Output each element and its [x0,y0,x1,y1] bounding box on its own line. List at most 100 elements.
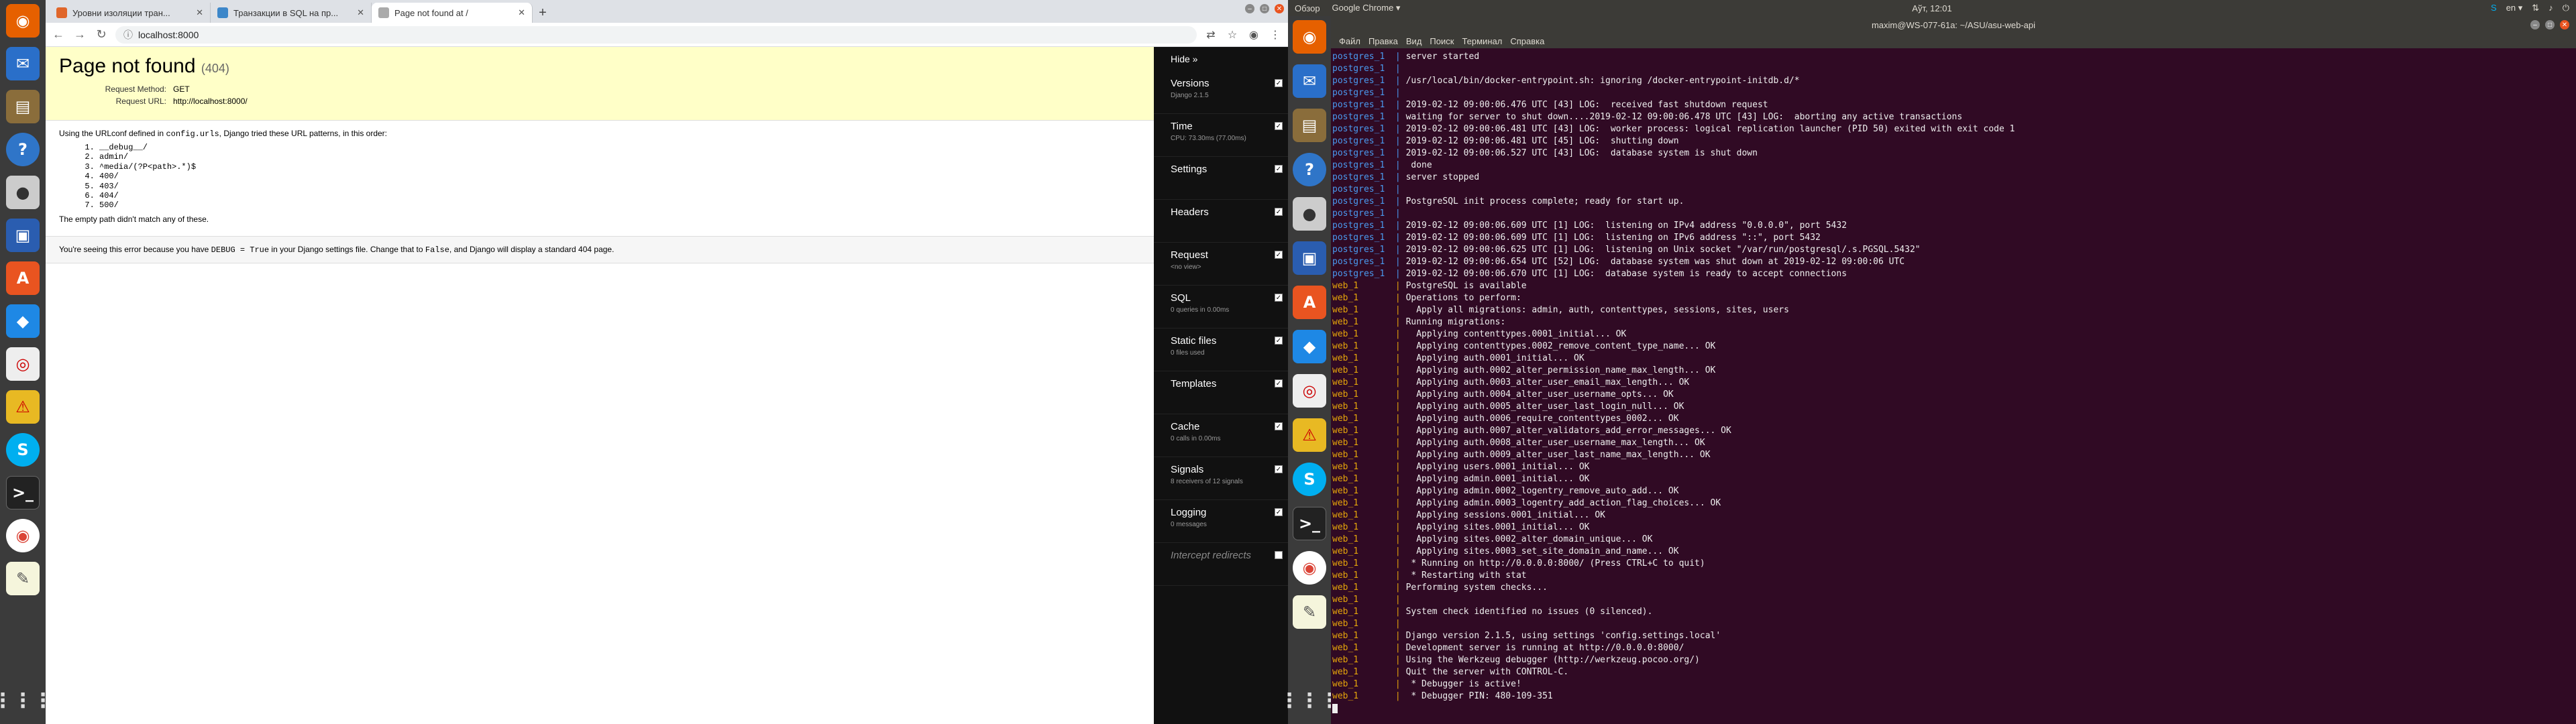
panel-checkbox[interactable]: ✓ [1275,379,1283,387]
info-icon[interactable]: ⓘ [123,28,133,42]
close-window-icon[interactable]: ✕ [1275,4,1284,13]
skype-tray-icon[interactable]: S [2491,3,2497,13]
new-tab-button[interactable]: + [533,3,553,23]
firefox-icon[interactable]: ◉ [6,4,40,38]
hide-toolbar-button[interactable]: Hide » [1154,47,1288,71]
panel-static-files[interactable]: Static files 0 files used ✓ [1154,328,1288,371]
forward-icon[interactable]: → [72,27,87,42]
dbeaver-icon[interactable]: ◎ [6,347,40,381]
writer-icon[interactable]: ▣ [6,219,40,252]
address-bar[interactable]: ⓘ localhost:8000 [115,25,1197,44]
files-icon[interactable]: ▤ [6,90,40,123]
power-icon[interactable]: ⏻ [2563,3,2569,13]
panel-checkbox[interactable]: ✓ [1275,294,1283,302]
panel-checkbox[interactable]: ✓ [1275,508,1283,516]
writer-icon[interactable]: ▣ [1293,241,1326,275]
panel-checkbox[interactable]: ✓ [1275,422,1283,430]
firefox-icon[interactable]: ◉ [1293,20,1326,54]
panel-checkbox[interactable]: ✓ [1275,208,1283,216]
maximize-icon[interactable]: □ [2545,20,2555,29]
panel-time[interactable]: Time CPU: 73.30ms (77.00ms) ✓ [1154,114,1288,157]
profile-icon[interactable]: ◉ [1246,28,1261,42]
network-icon[interactable]: ⇅ [2532,3,2539,13]
panel-checkbox[interactable] [1275,551,1283,559]
panel-headers[interactable]: Headers ✓ [1154,200,1288,243]
panel-checkbox[interactable]: ✓ [1275,165,1283,173]
panel-intercept-redirects[interactable]: Intercept redirects [1154,543,1288,586]
jmeter-icon[interactable]: ⚠ [1293,418,1326,452]
reload-icon[interactable]: ↻ [94,27,109,42]
terminal-line: web_1 | Applying auth.0008_alter_user_us… [1332,437,2575,449]
apps-grid-icon[interactable]: ⋮⋮⋮ [0,684,53,717]
clock[interactable]: Аўт, 12:01 [1912,3,1951,13]
maximize-icon[interactable]: □ [1260,4,1269,13]
panel-checkbox[interactable]: ✓ [1275,79,1283,87]
activities-button[interactable]: Обзор [1295,3,1320,13]
terminal-line: web_1 | Applying contenttypes.0002_remov… [1332,341,2575,353]
disk-icon[interactable]: ● [6,176,40,209]
menu-help[interactable]: Справка [1510,36,1544,46]
help-icon[interactable]: ? [1293,153,1326,186]
panel-checkbox[interactable]: ✓ [1275,122,1283,130]
terminal-line: postgres_1 | 2019-02-12 09:00:06.670 UTC… [1332,268,2575,280]
panel-versions[interactable]: Versions Django 2.1.5 ✓ [1154,71,1288,114]
language-indicator[interactable]: en ▾ [2506,3,2523,13]
apps-grid-icon[interactable]: ⋮⋮⋮ [1279,684,1340,717]
service-prefix: postgres_1 | [1332,184,1406,194]
app-menu[interactable]: Google Chrome ▾ [1332,3,1401,13]
terminal-icon[interactable]: >_ [6,476,40,509]
thunderbird-icon[interactable]: ✉ [1293,64,1326,98]
panel-sql[interactable]: SQL 0 queries in 0.00ms ✓ [1154,286,1288,328]
dbeaver-icon[interactable]: ◎ [1293,374,1326,408]
panel-templates[interactable]: Templates ✓ [1154,371,1288,414]
skype-icon[interactable]: S [6,433,40,467]
panel-settings[interactable]: Settings ✓ [1154,157,1288,200]
minimize-icon[interactable]: – [2530,20,2540,29]
panel-logging[interactable]: Logging 0 messages ✓ [1154,500,1288,543]
software-center-icon[interactable]: A [6,261,40,295]
help-icon[interactable]: ? [6,133,40,166]
terminal-icon[interactable]: >_ [1293,507,1326,540]
back-icon[interactable]: ← [51,27,66,42]
service-prefix: postgres_1 | [1332,245,1406,255]
panel-cache[interactable]: Cache 0 calls in 0.00ms ✓ [1154,414,1288,457]
tab-sql-transactions[interactable]: Транзакции в SQL на пр... ✕ [211,3,372,23]
tab-close-icon[interactable]: ✕ [518,7,525,18]
volume-icon[interactable]: ♪ [2548,3,2553,13]
menu-view[interactable]: Вид [1406,36,1422,46]
disk-icon[interactable]: ● [1293,197,1326,231]
tab-close-icon[interactable]: ✕ [357,7,364,18]
skype-icon[interactable]: S [1293,463,1326,496]
jmeter-icon[interactable]: ⚠ [6,390,40,424]
service-prefix: web_1 | [1332,353,1406,363]
panel-checkbox[interactable]: ✓ [1275,465,1283,473]
translate-icon[interactable]: ⇄ [1203,28,1218,42]
menu-file[interactable]: Файл [1339,36,1360,46]
vscode-icon[interactable]: ◆ [1293,330,1326,363]
close-window-icon[interactable]: ✕ [2560,20,2569,29]
notes-icon[interactable]: ✎ [1293,595,1326,629]
notes-icon[interactable]: ✎ [6,562,40,595]
log-text: Applying admin.0003_logentry_add_action_… [1405,498,1721,508]
chrome-icon[interactable]: ◉ [1293,551,1326,585]
chrome-icon[interactable]: ◉ [6,519,40,552]
menu-search[interactable]: Поиск [1430,36,1454,46]
tab-isolation-levels[interactable]: Уровни изоляции тран... ✕ [50,3,211,23]
files-icon[interactable]: ▤ [1293,109,1326,142]
thunderbird-icon[interactable]: ✉ [6,47,40,80]
panel-checkbox[interactable]: ✓ [1275,337,1283,345]
terminal-line: postgres_1 | 2019-02-12 09:00:06.625 UTC… [1332,244,2575,256]
minimize-icon[interactable]: – [1245,4,1254,13]
bookmark-star-icon[interactable]: ☆ [1225,28,1240,42]
panel-checkbox[interactable]: ✓ [1275,251,1283,259]
panel-request[interactable]: Request <no view> ✓ [1154,243,1288,286]
menu-terminal[interactable]: Терминал [1462,36,1502,46]
panel-signals[interactable]: Signals 8 receivers of 12 signals ✓ [1154,457,1288,500]
vscode-icon[interactable]: ◆ [6,304,40,338]
menu-edit[interactable]: Правка [1368,36,1398,46]
terminal-output[interactable]: postgres_1 | server started postgres_1 | … [1331,48,2576,723]
software-center-icon[interactable]: A [1293,286,1326,319]
menu-kebab-icon[interactable]: ⋮ [1268,28,1283,42]
tab-page-not-found[interactable]: Page not found at / ✕ [372,3,533,23]
tab-close-icon[interactable]: ✕ [196,7,203,18]
